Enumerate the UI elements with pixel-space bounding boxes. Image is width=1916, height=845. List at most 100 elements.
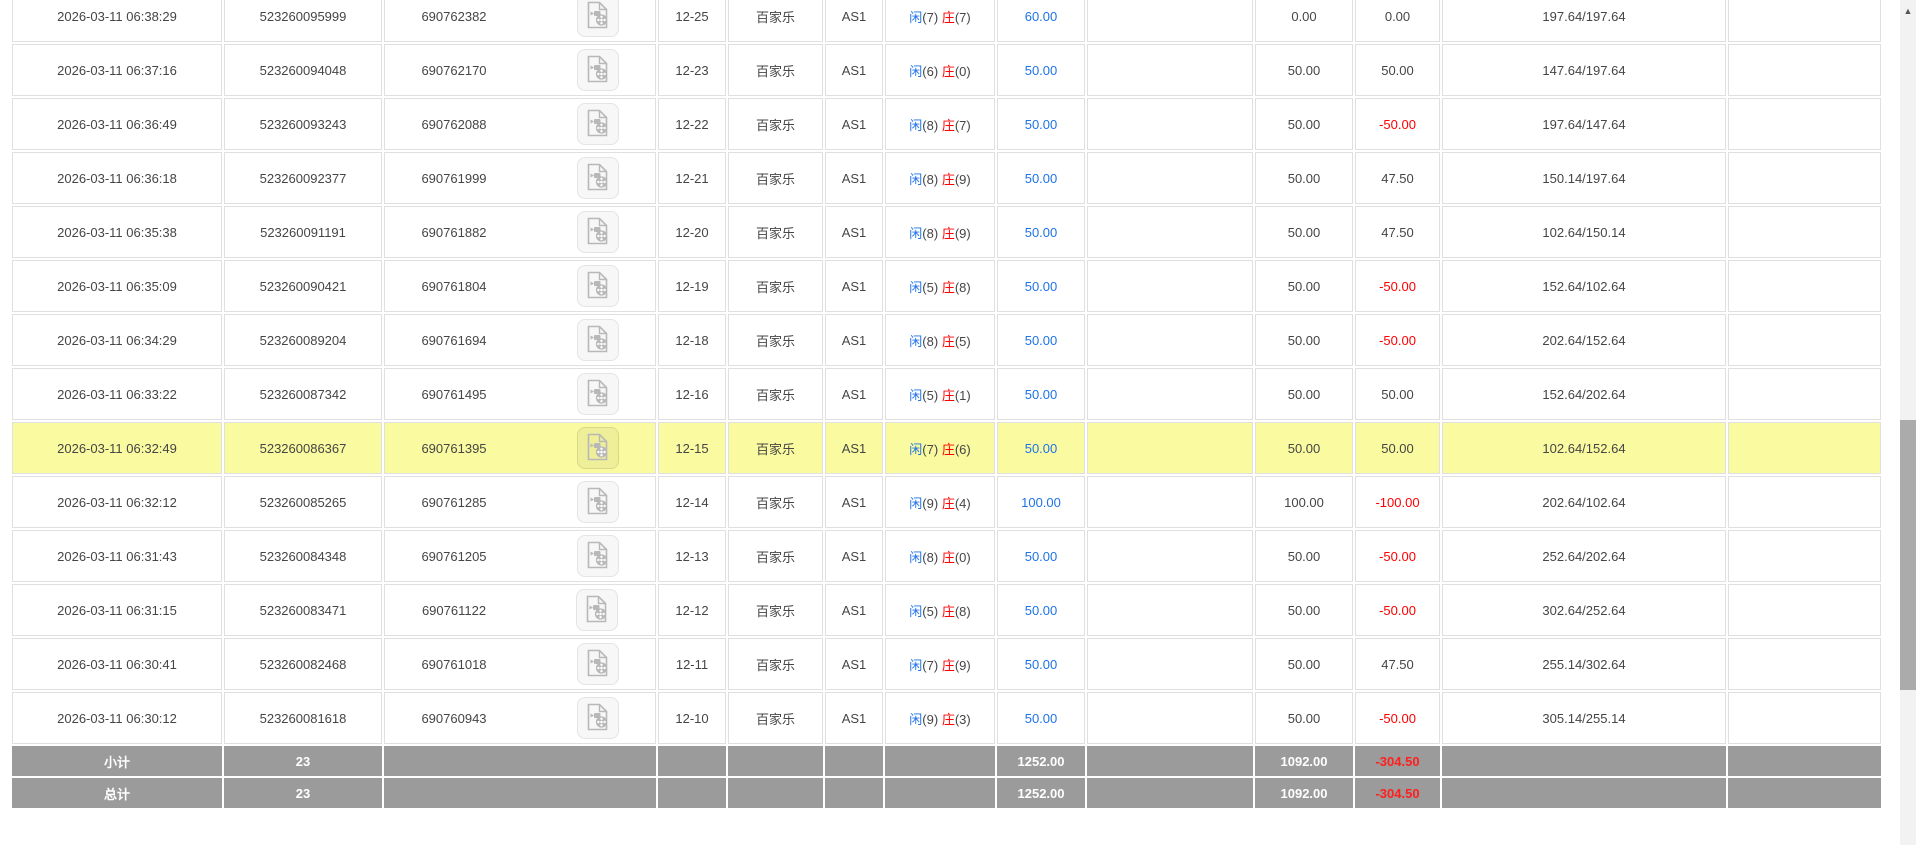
round-no-cell: 12-14 xyxy=(658,476,726,528)
balance-cell: 202.64/102.64 xyxy=(1442,476,1726,528)
bet-record-row[interactable]: 2026-03-11 06:31:15523260083471690761122… xyxy=(12,584,1881,636)
game-type-cell: 百家乐 xyxy=(728,152,823,204)
bet-record-row[interactable]: 2026-03-11 06:37:16523260094048690762170… xyxy=(12,44,1881,96)
video-replay-button[interactable] xyxy=(577,157,619,199)
bet-amount-link[interactable]: 50.00 xyxy=(1025,387,1058,402)
spacer-cell xyxy=(1728,530,1881,582)
banker-result-points: (5) xyxy=(955,334,971,349)
video-replay-button[interactable] xyxy=(577,0,619,37)
banker-result-points: (0) xyxy=(955,550,971,565)
video-replay-button[interactable] xyxy=(577,697,619,739)
bet-amount-link[interactable]: 50.00 xyxy=(1025,117,1058,132)
round-id-cell: 690761882 xyxy=(384,206,656,258)
banker-result-label: 庄 xyxy=(942,226,955,241)
bet-records-table: 2026-03-11 06:38:29523260095999690762382… xyxy=(10,0,1883,810)
bet-record-row[interactable]: 2026-03-11 06:30:12523260081618690760943… xyxy=(12,692,1881,744)
bet-amount-link[interactable]: 50.00 xyxy=(1025,279,1058,294)
bet-amount-link[interactable]: 50.00 xyxy=(1025,171,1058,186)
bet-time-cell: 2026-03-11 06:30:41 xyxy=(12,638,222,690)
bet-record-row[interactable]: 2026-03-11 06:32:49523260086367690761395… xyxy=(12,422,1881,474)
video-replay-button[interactable] xyxy=(577,427,619,469)
bet-amount-link[interactable]: 50.00 xyxy=(1025,711,1058,726)
round-id-value: 690761122 xyxy=(422,603,486,618)
player-result-points: (7) xyxy=(922,10,938,25)
bet-record-row[interactable]: 2026-03-11 06:33:22523260087342690761495… xyxy=(12,368,1881,420)
round-no-cell: 12-25 xyxy=(658,0,726,42)
video-file-icon xyxy=(585,703,611,734)
round-id-value: 690762170 xyxy=(421,63,486,78)
balance-cell: 255.14/302.64 xyxy=(1442,638,1726,690)
bet-amount-link[interactable]: 50.00 xyxy=(1025,603,1058,618)
bet-time-cell: 2026-03-11 06:36:49 xyxy=(12,98,222,150)
bet-record-row[interactable]: 2026-03-11 06:34:29523260089204690761694… xyxy=(12,314,1881,366)
player-result-label: 闲 xyxy=(909,604,922,619)
bet-record-row[interactable]: 2026-03-11 06:36:49523260093243690762088… xyxy=(12,98,1881,150)
banker-result-points: (3) xyxy=(955,712,971,727)
bet-amount-cell: 50.00 xyxy=(997,152,1085,204)
player-result-points: (8) xyxy=(922,226,938,241)
bet-amount-link[interactable]: 50.00 xyxy=(1025,549,1058,564)
spacer-cell xyxy=(1087,98,1253,150)
bet-record-row[interactable]: 2026-03-11 06:31:43523260084348690761205… xyxy=(12,530,1881,582)
bet-amount-cell: 100.00 xyxy=(997,476,1085,528)
video-replay-button[interactable] xyxy=(577,49,619,91)
footer-spacer-cell xyxy=(825,746,883,776)
round-id-value: 690761285 xyxy=(421,495,486,510)
win-loss-cell: -50.00 xyxy=(1355,530,1440,582)
bet-amount-link[interactable]: 50.00 xyxy=(1025,225,1058,240)
bet-amount-cell: 50.00 xyxy=(997,368,1085,420)
video-replay-button[interactable] xyxy=(576,589,618,631)
table-no-cell: AS1 xyxy=(825,638,883,690)
bet-amount-link[interactable]: 60.00 xyxy=(1025,9,1058,24)
spacer-cell xyxy=(1728,476,1881,528)
player-result-label: 闲 xyxy=(909,118,922,133)
banker-result-label: 庄 xyxy=(942,442,955,457)
scroll-up-arrow-icon[interactable]: ▲ xyxy=(1900,4,1916,18)
player-result-points: (7) xyxy=(922,442,938,457)
video-replay-button[interactable] xyxy=(577,265,619,307)
bet-record-row[interactable]: 2026-03-11 06:35:38523260091191690761882… xyxy=(12,206,1881,258)
bet-amount-cell: 50.00 xyxy=(997,638,1085,690)
bet-amount-cell: 50.00 xyxy=(997,314,1085,366)
video-replay-button[interactable] xyxy=(577,373,619,415)
bet-id-cell: 523260085265 xyxy=(224,476,382,528)
balance-cell: 152.64/102.64 xyxy=(1442,260,1726,312)
bet-amount-link[interactable]: 100.00 xyxy=(1021,495,1061,510)
player-result-points: (5) xyxy=(922,388,938,403)
bet-amount-cell: 50.00 xyxy=(997,692,1085,744)
bet-record-row[interactable]: 2026-03-11 06:38:29523260095999690762382… xyxy=(12,0,1881,42)
vertical-scrollbar[interactable]: ▲ xyxy=(1900,0,1916,845)
banker-result-label: 庄 xyxy=(942,10,955,25)
spacer-cell xyxy=(1087,584,1253,636)
bet-amount-link[interactable]: 50.00 xyxy=(1025,63,1058,78)
valid-amount-cell: 50.00 xyxy=(1255,152,1353,204)
balance-cell: 252.64/202.64 xyxy=(1442,530,1726,582)
bet-record-row[interactable]: 2026-03-11 06:30:41523260082468690761018… xyxy=(12,638,1881,690)
bet-time-cell: 2026-03-11 06:36:18 xyxy=(12,152,222,204)
valid-amount-cell: 50.00 xyxy=(1255,638,1353,690)
video-replay-button[interactable] xyxy=(577,319,619,361)
valid-amount-cell: 50.00 xyxy=(1255,422,1353,474)
bet-amount-link[interactable]: 50.00 xyxy=(1025,657,1058,672)
bet-record-row[interactable]: 2026-03-11 06:32:12523260085265690761285… xyxy=(12,476,1881,528)
video-replay-button[interactable] xyxy=(577,211,619,253)
scrollbar-thumb[interactable] xyxy=(1900,420,1916,690)
video-replay-button[interactable] xyxy=(577,481,619,523)
bet-amount-link[interactable]: 50.00 xyxy=(1025,333,1058,348)
bet-record-row[interactable]: 2026-03-11 06:35:09523260090421690761804… xyxy=(12,260,1881,312)
bet-amount-link[interactable]: 50.00 xyxy=(1025,441,1058,456)
video-replay-button[interactable] xyxy=(577,535,619,577)
win-loss-cell: -50.00 xyxy=(1355,314,1440,366)
video-replay-button[interactable] xyxy=(577,643,619,685)
banker-result-label: 庄 xyxy=(942,658,955,673)
total-winloss-cell: -304.50 xyxy=(1355,778,1440,808)
bet-id-cell: 523260094048 xyxy=(224,44,382,96)
footer-spacer-cell xyxy=(1442,778,1726,808)
footer-spacer-cell xyxy=(1442,746,1726,776)
round-id-cell: 690762170 xyxy=(384,44,656,96)
table-no-cell: AS1 xyxy=(825,368,883,420)
bet-amount-cell: 50.00 xyxy=(997,206,1085,258)
video-replay-button[interactable] xyxy=(577,103,619,145)
bet-record-row[interactable]: 2026-03-11 06:36:18523260092377690761999… xyxy=(12,152,1881,204)
player-result-points: (5) xyxy=(922,604,938,619)
